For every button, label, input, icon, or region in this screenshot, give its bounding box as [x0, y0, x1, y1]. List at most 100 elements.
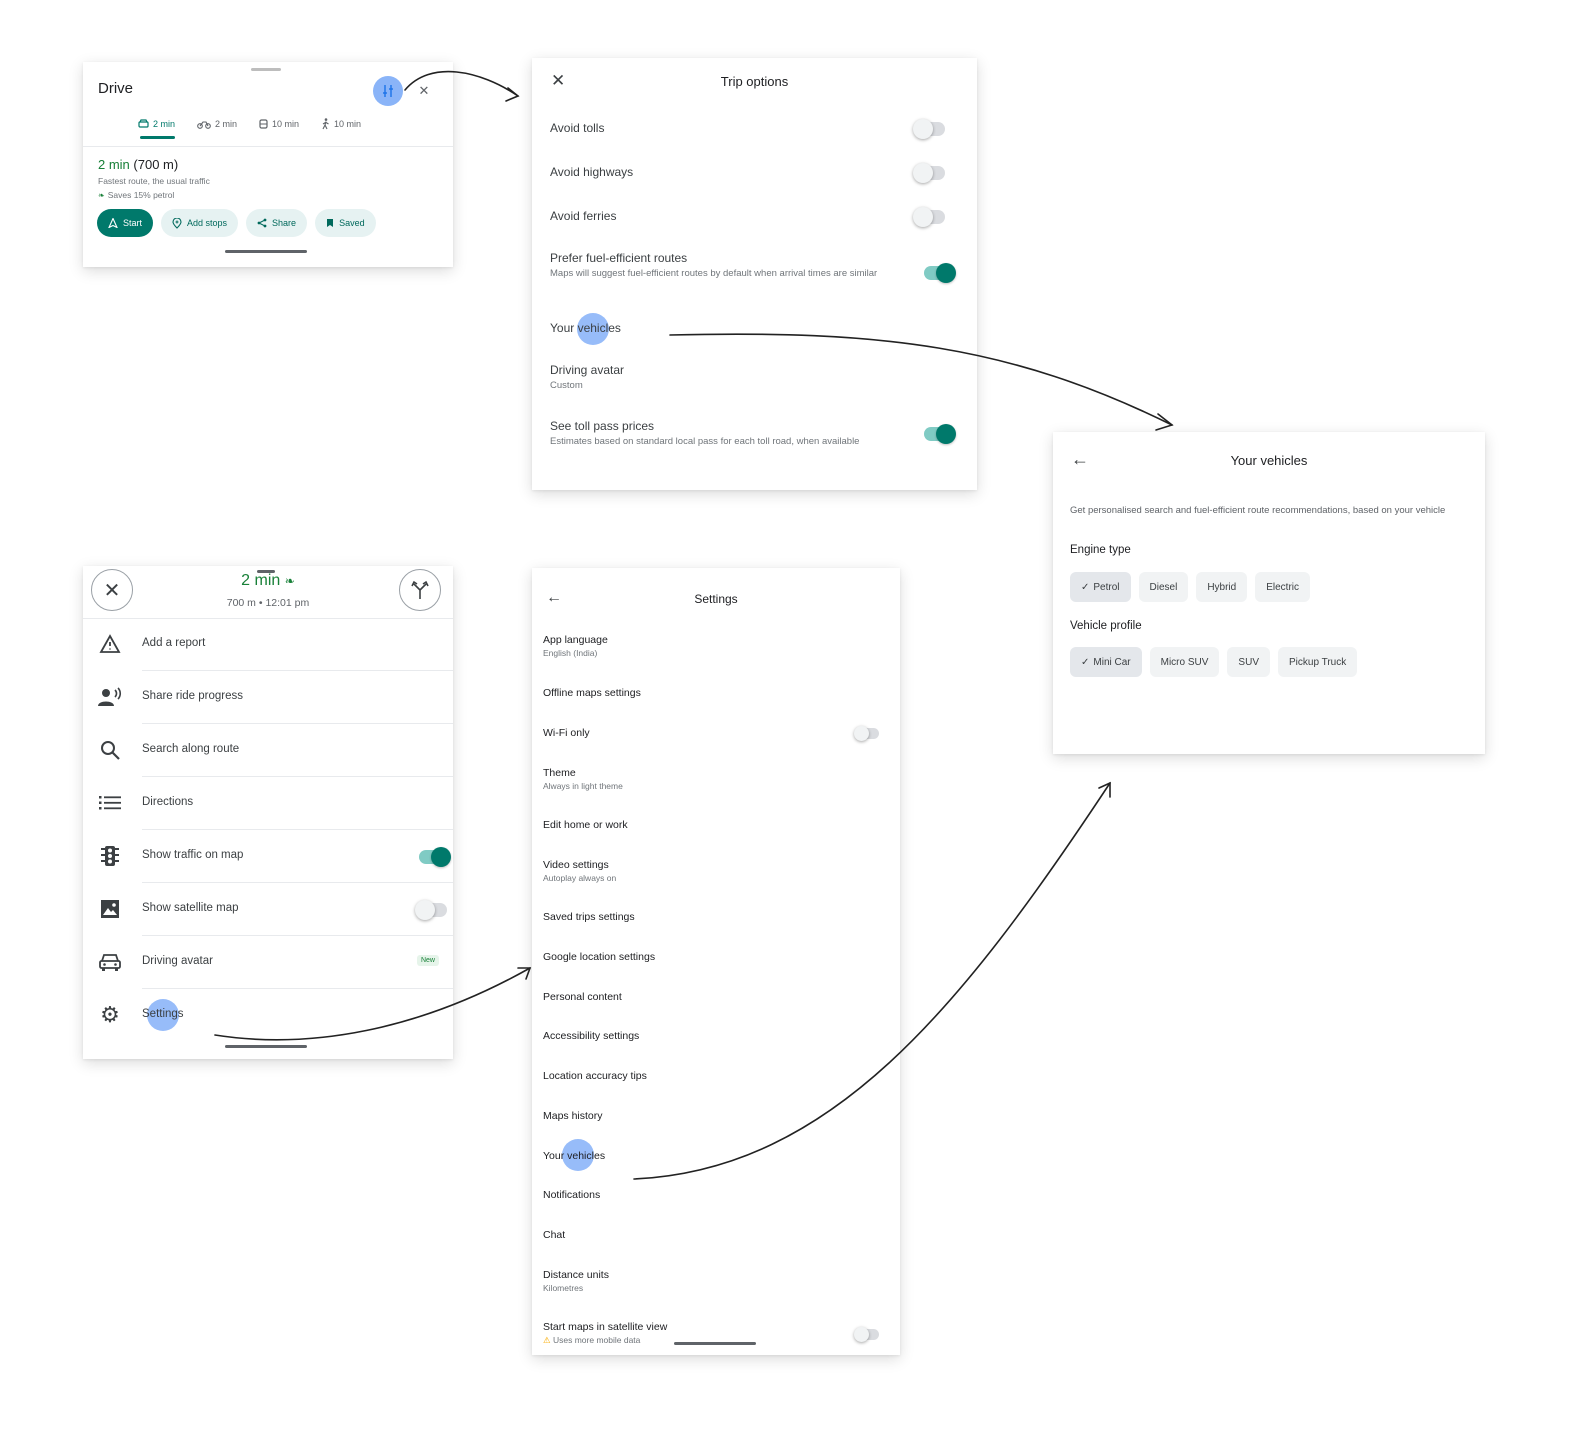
share-icon: [257, 218, 267, 228]
drag-handle[interactable]: [251, 68, 281, 71]
arrowhead: [505, 87, 520, 102]
arrowhead: [1155, 413, 1174, 431]
tab-drive-time: 2 min: [153, 119, 176, 129]
route-actions: Start Add stops Share Saved: [97, 209, 376, 237]
menu-item-settings[interactable]: ⚙ Settings: [83, 989, 453, 1042]
avoid-highways-row[interactable]: Avoid highways: [550, 165, 955, 179]
setting-label: Offline maps settings: [543, 687, 641, 699]
start-button[interactable]: Start: [97, 209, 154, 237]
avoid-ferries-toggle[interactable]: [913, 207, 945, 227]
home-indicator: [225, 1045, 307, 1048]
setting-sublabel: Always in light theme: [543, 781, 623, 791]
leaf-icon: ❧: [98, 190, 105, 200]
settings-location-accuracy[interactable]: Location accuracy tips: [543, 1070, 886, 1082]
report-warning-icon: [98, 632, 122, 656]
wifi-only-toggle[interactable]: [854, 726, 879, 741]
settings-app-language[interactable]: App language English (India): [543, 634, 886, 658]
panel-title: Your vehicles: [1230, 453, 1308, 468]
engine-chip-electric[interactable]: Electric: [1255, 572, 1311, 602]
traffic-light-icon: [98, 844, 122, 868]
list-icon: [98, 791, 122, 815]
settings-your-vehicles[interactable]: Your vehicles: [543, 1150, 886, 1162]
trip-options-button[interactable]: [373, 76, 403, 106]
setting-sublabel: Uses more mobile data: [553, 1335, 641, 1345]
fuel-efficient-row[interactable]: Prefer fuel-efficient routes Maps will s…: [550, 251, 899, 280]
settings-accessibility[interactable]: Accessibility settings: [543, 1030, 886, 1042]
search-icon: [98, 738, 122, 762]
navigation-icon: [108, 218, 118, 228]
row-label: Driving avatar: [550, 363, 625, 377]
menu-item-search-along-route[interactable]: Search along route: [83, 724, 453, 777]
menu-label: Directions: [142, 796, 194, 808]
close-icon[interactable]: ✕: [413, 80, 435, 102]
setting-label: Wi-Fi only: [543, 727, 590, 739]
row-label: Avoid ferries: [550, 209, 617, 223]
tab-walk-time: 10 min: [334, 119, 362, 129]
share-button[interactable]: Share: [246, 209, 308, 237]
tab-motorbike[interactable]: 2 min: [197, 118, 237, 139]
settings-personal-content[interactable]: Personal content: [543, 991, 886, 1003]
saved-button[interactable]: Saved: [315, 209, 376, 237]
vehicle-profile-label: Vehicle profile: [1070, 620, 1142, 632]
add-stops-button[interactable]: Add stops: [161, 209, 239, 237]
toll-pass-row[interactable]: See toll pass prices Estimates based on …: [550, 419, 917, 448]
profile-chip-pickup-truck[interactable]: Pickup Truck: [1277, 647, 1358, 677]
your-vehicles-row[interactable]: Your vehicles: [550, 321, 955, 335]
avoid-ferries-row[interactable]: Avoid ferries: [550, 209, 955, 223]
settings-offline-maps[interactable]: Offline maps settings: [543, 687, 886, 699]
settings-wifi-only[interactable]: Wi-Fi only: [543, 727, 886, 739]
menu-item-show-satellite[interactable]: Show satellite map: [83, 883, 453, 936]
driving-avatar-row[interactable]: Driving avatar Custom: [550, 363, 955, 392]
chip-label: Petrol: [1093, 581, 1120, 593]
settings-distance-units[interactable]: Distance units Kilometres: [543, 1269, 886, 1293]
settings-saved-trips[interactable]: Saved trips settings: [543, 911, 886, 923]
menu-item-show-traffic[interactable]: Show traffic on map: [83, 830, 453, 883]
tab-walk[interactable]: 10 min: [321, 118, 361, 139]
settings-video[interactable]: Video settings Autoplay always on: [543, 859, 886, 883]
engine-chip-diesel[interactable]: Diesel: [1138, 572, 1189, 602]
settings-notifications[interactable]: Notifications: [543, 1189, 886, 1201]
avoid-tolls-toggle[interactable]: [913, 119, 945, 139]
menu-item-directions[interactable]: Directions: [83, 777, 453, 830]
toggle-knob: [431, 847, 451, 867]
chip-label: Hybrid: [1207, 581, 1237, 593]
route-distance: (700 m): [133, 157, 179, 172]
add-stops-label: Add stops: [187, 218, 228, 228]
settings-theme[interactable]: Theme Always in light theme: [543, 767, 886, 791]
satellite-start-toggle[interactable]: [854, 1327, 879, 1342]
settings-panel: ← Settings App language English (India) O…: [532, 568, 900, 1355]
tab-drive[interactable]: 2 min: [138, 118, 176, 139]
engine-chip-hybrid[interactable]: Hybrid: [1196, 572, 1248, 602]
arrowhead: [1098, 781, 1111, 798]
profile-chip-suv[interactable]: SUV: [1227, 647, 1270, 677]
engine-type-label: Engine type: [1070, 544, 1131, 556]
profile-chip-mini-car[interactable]: ✓ Mini Car: [1070, 647, 1142, 677]
start-label: Start: [123, 218, 143, 228]
route-savings-text: Saves 15% petrol: [107, 190, 175, 200]
menu-label: Settings: [142, 1008, 184, 1020]
settings-chat[interactable]: Chat: [543, 1229, 886, 1241]
panel-title: Settings: [694, 592, 738, 606]
toggle-knob: [936, 263, 956, 283]
menu-item-add-report[interactable]: Add a report: [83, 618, 453, 671]
show-satellite-toggle[interactable]: [415, 900, 447, 920]
setting-label: App language: [543, 634, 608, 646]
profile-chip-micro-suv[interactable]: Micro SUV: [1149, 647, 1220, 677]
avoid-highways-toggle[interactable]: [913, 163, 945, 183]
chip-label: Diesel: [1149, 581, 1178, 593]
menu-item-share-ride[interactable]: Share ride progress: [83, 671, 453, 724]
menu-item-driving-avatar[interactable]: Driving avatar New: [83, 936, 453, 989]
toll-pass-toggle[interactable]: [924, 424, 956, 444]
tab-transit[interactable]: 10 min: [259, 118, 299, 139]
route-time: 2 min: [98, 157, 130, 172]
bookmark-icon: [327, 219, 334, 227]
settings-google-location[interactable]: Google location settings: [543, 951, 886, 963]
toggle-knob: [913, 207, 933, 227]
check-icon: ✓: [1081, 581, 1090, 593]
show-traffic-toggle[interactable]: [419, 847, 451, 867]
fuel-efficient-toggle[interactable]: [924, 263, 956, 283]
engine-chip-petrol[interactable]: ✓ Petrol: [1070, 572, 1131, 602]
avoid-tolls-row[interactable]: Avoid tolls: [550, 121, 955, 135]
settings-maps-history[interactable]: Maps history: [543, 1110, 886, 1122]
settings-edit-home-work[interactable]: Edit home or work: [543, 819, 886, 831]
